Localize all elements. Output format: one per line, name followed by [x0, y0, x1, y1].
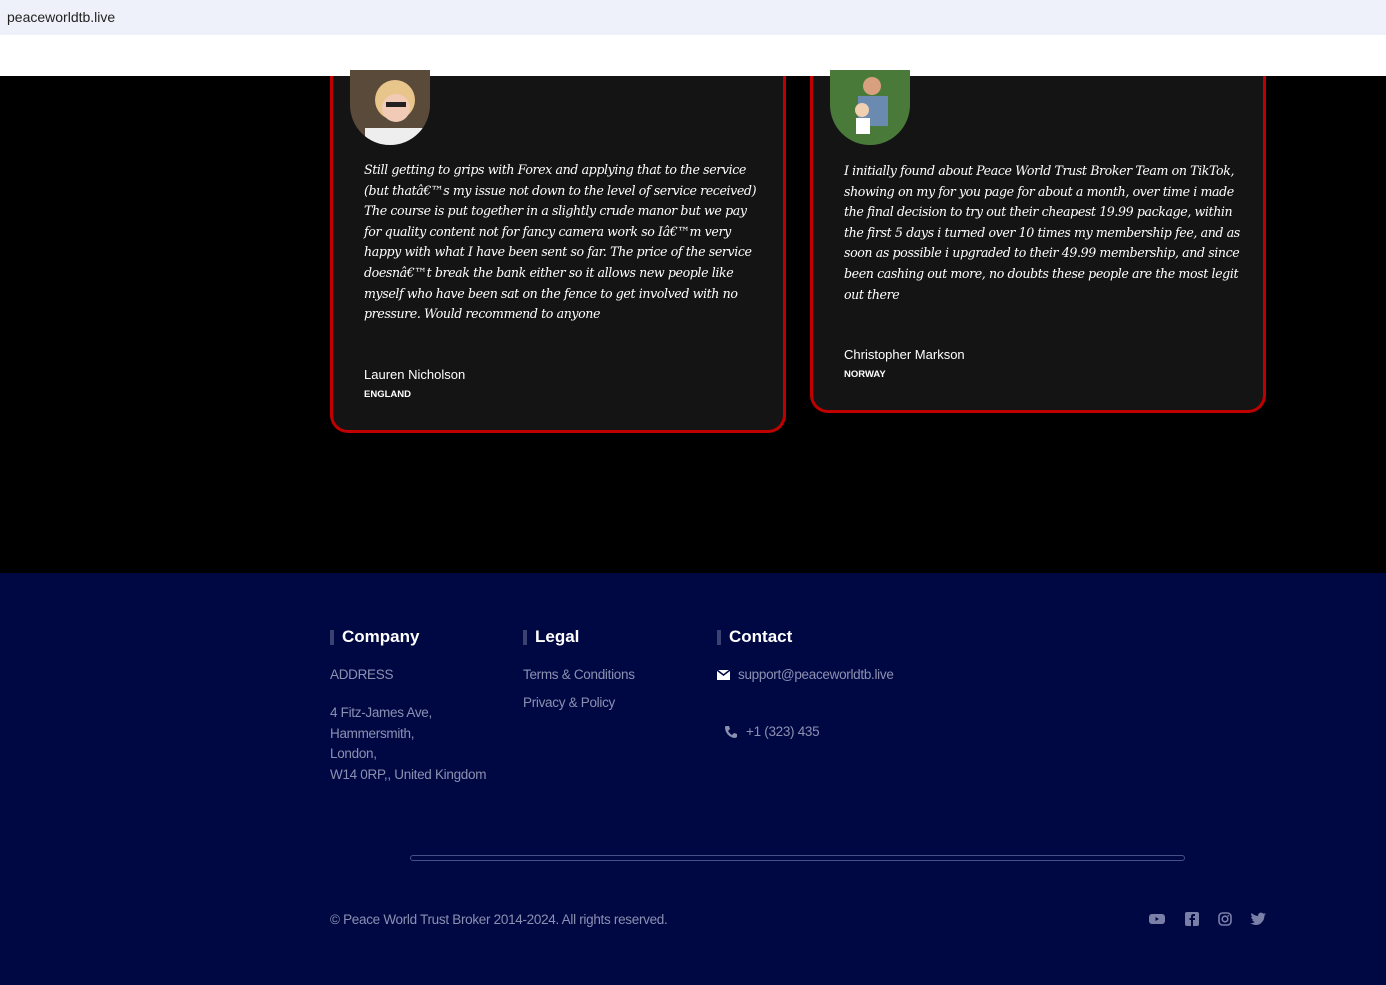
email-link[interactable]: support@peaceworldtb.live — [738, 667, 894, 682]
twitter-icon[interactable] — [1250, 912, 1266, 926]
address-line: London, — [330, 746, 377, 762]
address-line: Hammersmith, — [330, 725, 415, 741]
copyright-text: © Peace World Trust Broker 2014-2024. Al… — [330, 912, 668, 927]
testimonial-country: ENGLAND — [364, 389, 411, 400]
address-line: W14 0RP,, United Kingdom — [330, 767, 487, 783]
testimonial-name: Lauren Nicholson — [364, 367, 466, 382]
testimonial-country: NORWAY — [844, 369, 886, 380]
facebook-icon[interactable] — [1184, 912, 1200, 926]
instagram-icon[interactable] — [1217, 912, 1233, 926]
testimonial-card: I initially found about Peace World Trus… — [810, 70, 1266, 413]
avatar — [350, 70, 430, 145]
avatar — [830, 70, 910, 145]
address-line: 4 Fitz-James Ave, — [330, 705, 432, 720]
youtube-icon[interactable] — [1149, 912, 1165, 926]
terms-link[interactable]: Terms & Conditions — [523, 667, 635, 682]
testimonial-quote: Still getting to grips with Forex and ap… — [364, 162, 757, 322]
phone-icon — [725, 726, 737, 738]
footer-heading-legal: Legal — [523, 627, 579, 647]
page-header-strip — [0, 35, 1386, 76]
footer-heading-company: Company — [330, 627, 419, 647]
address-label: ADDRESS — [330, 667, 394, 682]
address-bar[interactable]: peaceworldtb.live — [0, 0, 1386, 35]
testimonial-quote: I initially found about Peace World Trus… — [844, 163, 1240, 302]
footer-divider — [410, 855, 1185, 861]
url-text: peaceworldtb.live — [7, 9, 116, 25]
testimonial-card: Still getting to grips with Forex and ap… — [330, 70, 786, 433]
address-block: 4 Fitz-James Ave, Hammersmith, London, W… — [330, 703, 486, 786]
privacy-link[interactable]: Privacy & Policy — [523, 695, 615, 710]
footer-heading-contact: Contact — [717, 627, 792, 647]
site-footer: Company Legal Contact ADDRESS 4 Fitz-Jam… — [0, 573, 1386, 985]
envelope-icon — [717, 670, 730, 680]
phone-link[interactable]: +1 (323) 435 — [746, 724, 820, 739]
testimonial-name: Christopher Markson — [844, 347, 965, 362]
